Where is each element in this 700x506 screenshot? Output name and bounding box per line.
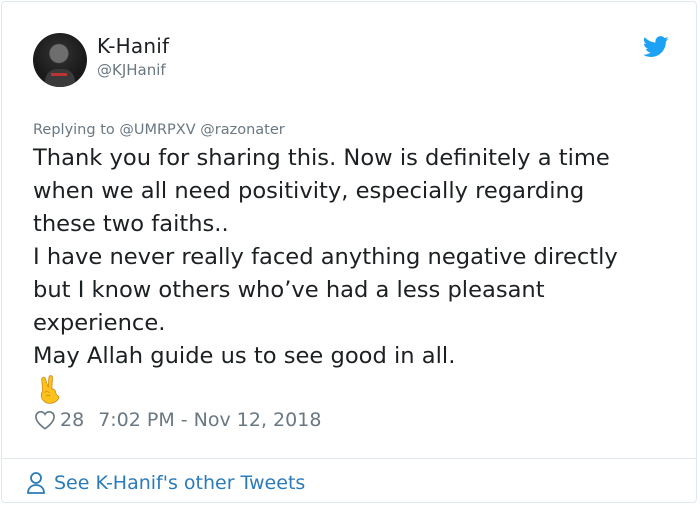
reply-context: Replying to @UMRPXV @razonater xyxy=(33,122,285,138)
tweet-text: Thank you for sharing this. Now is defin… xyxy=(33,142,673,373)
victory-hand-emoji-icon xyxy=(40,375,60,404)
tweet-line: Thank you for sharing this. Now is defin… xyxy=(33,145,610,171)
reply-targets[interactable]: @UMRPXV @razonater xyxy=(119,122,284,138)
author-handle[interactable]: @KJHanif xyxy=(97,61,166,79)
tweet-line: experience. xyxy=(33,310,166,336)
tweet-line: when we all need positivity, especially … xyxy=(33,178,585,204)
avatar[interactable] xyxy=(33,33,87,87)
tweet-card: K-Hanif @KJHanif Replying to @UMRPXV @ra… xyxy=(1,1,697,503)
see-other-tweets-label: See K-Hanif's other Tweets xyxy=(54,472,306,494)
see-other-tweets-link[interactable]: See K-Hanif's other Tweets xyxy=(26,469,305,497)
tweet-line: these two faiths.. xyxy=(33,211,229,237)
twitter-bird-icon[interactable] xyxy=(643,36,669,58)
tweet-line: but I know others who’ve had a less plea… xyxy=(33,277,545,303)
avatar-shirt xyxy=(45,69,75,87)
reply-prefix: Replying to xyxy=(33,122,115,138)
tweet-timestamp[interactable]: 7:02 PM - Nov 12, 2018 xyxy=(98,409,321,431)
tweet-line: I have never really faced anything negat… xyxy=(33,244,618,270)
person-icon xyxy=(27,472,45,494)
tweet-line: May Allah guide us to see good in all. xyxy=(33,343,456,369)
footer-divider xyxy=(2,458,696,459)
tweet-meta: 28 7:02 PM - Nov 12, 2018 xyxy=(34,407,321,433)
heart-icon[interactable] xyxy=(34,410,56,430)
avatar-detail xyxy=(51,73,67,76)
author-display-name[interactable]: K-Hanif xyxy=(97,34,169,58)
like-count[interactable]: 28 xyxy=(60,409,84,431)
